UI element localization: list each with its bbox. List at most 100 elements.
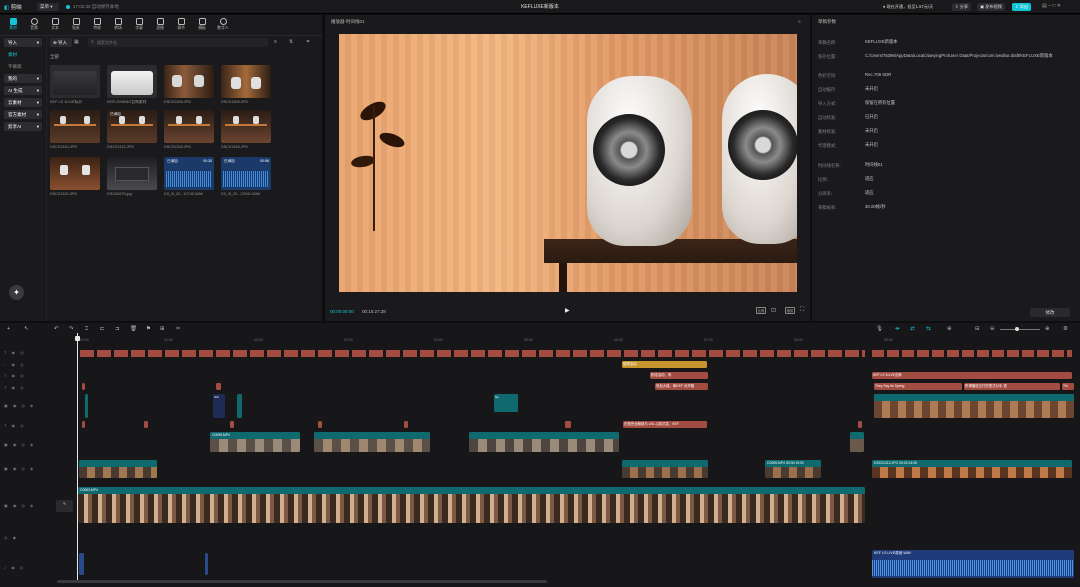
crop-icon[interactable]: ⊡ [771, 307, 776, 314]
track-controls[interactable]: ▣ ◉ ◎ ◈ [4, 403, 35, 408]
playhead[interactable] [77, 333, 78, 583]
tab-captions[interactable]: 字幕 [129, 17, 149, 34]
tab-digital-human[interactable]: 数字人 [213, 17, 233, 34]
menu-button[interactable]: 菜单 ▾ [37, 3, 59, 11]
media-thumb-shelf[interactable] [221, 110, 271, 143]
media-thumb-desk[interactable] [107, 157, 157, 190]
broll-filmstrip[interactable] [469, 432, 619, 452]
caption-clip[interactable] [82, 421, 85, 428]
import-button[interactable]: ⊕ 导入 [50, 38, 72, 47]
sidebar-item-official[interactable]: 官方素材 ▾ [4, 110, 42, 119]
caption-clip[interactable] [144, 421, 148, 428]
track-controls[interactable]: ▣ ◉ ◎ ◈ [4, 466, 35, 471]
media-thumb-shelf[interactable] [50, 110, 100, 143]
media-thumb-audio[interactable]: 已添加 00:56 [221, 157, 271, 190]
tab-adjust[interactable]: 调节 [171, 17, 191, 34]
caption-clip[interactable] [404, 421, 408, 428]
settings-icon[interactable]: ⚙ [1063, 326, 1068, 332]
zoom-in-icon[interactable]: ⊕ [1045, 326, 1050, 332]
subtitle-clip[interactable]: 所谓播放交付的型式对手·语 [964, 383, 1060, 390]
media-thumb-kef-white[interactable] [107, 65, 157, 98]
caption-track-1b[interactable] [872, 350, 1072, 357]
tab-audio[interactable]: 音频 [24, 17, 44, 34]
preview-axis-icon[interactable]: ⇆ [926, 326, 931, 332]
sidebar-item-jianxiang-ai[interactable]: 剪享AI ▾ [4, 122, 42, 131]
tab-effects[interactable]: 特效 [87, 17, 107, 34]
timeline-scrollbar[interactable] [57, 580, 547, 583]
maximize-icon[interactable]: □ [1052, 3, 1055, 9]
media-thumb-kef-dark[interactable] [50, 65, 100, 98]
sidebar-item-import[interactable]: 导入 ▾ [4, 38, 42, 47]
broll-filmstrip[interactable] [622, 460, 708, 478]
microphone-icon[interactable]: 🎙 [876, 326, 883, 332]
search-input[interactable] [88, 38, 268, 47]
overlay-filmstrip[interactable] [874, 394, 1074, 418]
media-thumb-shelf[interactable]: 已添加 [107, 110, 157, 143]
sidebar-item-script[interactable]: 字幕稿 [4, 62, 42, 71]
ratio-button[interactable]: 比例 [756, 307, 766, 314]
caption-clip[interactable] [858, 421, 862, 428]
export-button[interactable]: ⇩ 导出 [1012, 3, 1032, 11]
media-thumb-photo[interactable] [164, 65, 214, 98]
snap-icon[interactable]: ⇹ [895, 326, 900, 332]
zoom-slider-handle[interactable] [1015, 327, 1019, 331]
minimize-icon[interactable]: – [1048, 3, 1051, 9]
track-controls[interactable]: ▣ ◉ ◎ ◈ [4, 503, 35, 508]
modify-button[interactable]: 修改 [1030, 308, 1070, 317]
vip-promo[interactable]: ♦ 现在开通，低至1.57元/天 [880, 3, 948, 11]
play-button[interactable]: ▶ [565, 307, 570, 314]
caption-clip[interactable] [82, 383, 85, 390]
split-icon[interactable]: ⌶ [85, 326, 88, 333]
add-icon[interactable]: + [7, 326, 10, 332]
track-controls[interactable]: T ◉ ◎ [4, 373, 26, 378]
caption-clip[interactable]: 仍是完全解锁与 LNL-Q将式发，KEF [623, 421, 707, 428]
zoom-slider[interactable] [1000, 329, 1040, 330]
zoom-button[interactable]: 裁剪 [785, 307, 795, 314]
split-screen-icon[interactable]: ⊕ [947, 326, 952, 332]
cover-button[interactable]: ✎ [56, 500, 73, 512]
fit-icon[interactable]: ⊟ [975, 326, 980, 332]
tab-media[interactable]: 素材 [3, 17, 23, 34]
list-view-icon[interactable]: ⇅ [289, 39, 293, 45]
caption-clip[interactable] [565, 421, 571, 428]
tab-stickers[interactable]: 贴纸 [66, 17, 86, 34]
broll-filmstrip[interactable] [314, 432, 430, 452]
media-thumb-shelf[interactable] [164, 110, 214, 143]
publish-button[interactable]: ▣ 发布视频 [977, 3, 1005, 11]
media-thumb-audio[interactable]: 已添加 00:30 [164, 157, 214, 190]
audio-clip[interactable] [79, 553, 84, 575]
redo-icon[interactable]: ↷ [69, 326, 74, 332]
playhead-handle[interactable] [75, 336, 80, 341]
select-tool-icon[interactable]: ↖ [24, 326, 29, 332]
caption-track-1[interactable] [80, 350, 865, 357]
broll-filmstrip[interactable] [79, 460, 157, 478]
broll-filmstrip[interactable] [850, 432, 864, 452]
share-button[interactable]: ⇪ 分享 [952, 3, 972, 11]
media-thumb-shelf[interactable] [50, 157, 100, 190]
track-controls[interactable]: ◌ ◉ ◎ [4, 362, 26, 367]
audio-clip[interactable] [205, 553, 208, 575]
tab-transitions[interactable]: 转场 [108, 17, 128, 34]
track-controls[interactable]: T ◉ ◎ [4, 385, 26, 390]
overlay-clip[interactable] [237, 394, 242, 418]
split-left-icon[interactable]: ⊏ [100, 326, 105, 332]
text-clip[interactable]: 低加大能，和KEF 对开箱 [655, 383, 708, 390]
ai-assistant-button[interactable]: ✦ [9, 285, 24, 300]
overlay-clip[interactable]: Sp [494, 394, 518, 412]
sidebar-item-cloud[interactable]: 云素材 ▾ [4, 98, 42, 107]
text-clip[interactable]: 阶段活动，有 [650, 372, 708, 379]
track-controls[interactable]: ▣ ◉ ◎ ◈ [4, 442, 35, 447]
more-icon[interactable]: ≡ [798, 19, 801, 25]
sort-icon[interactable]: ≡ [274, 39, 277, 45]
freeze-icon[interactable]: ⊞ [160, 326, 165, 332]
marker-icon[interactable]: ⚑ [146, 326, 151, 332]
layout-icon[interactable]: ▤ [1042, 3, 1047, 9]
caption-clip[interactable] [318, 421, 322, 428]
link-icon[interactable]: ⇄ [910, 326, 915, 332]
timeline-ruler[interactable]: 00:00 01:00 02:00 03:00 04:00 05:00 06:0… [78, 338, 1078, 346]
fullscreen-icon[interactable]: ⛶ [800, 307, 804, 314]
main-video-filmstrip[interactable] [78, 487, 865, 523]
sidebar-item-ai-generate[interactable]: AI 生成 ▾ [4, 86, 42, 95]
title-clip[interactable]: KEF LS 1LIVE这种 [872, 372, 1072, 379]
undo-icon[interactable]: ↶ [54, 326, 59, 332]
